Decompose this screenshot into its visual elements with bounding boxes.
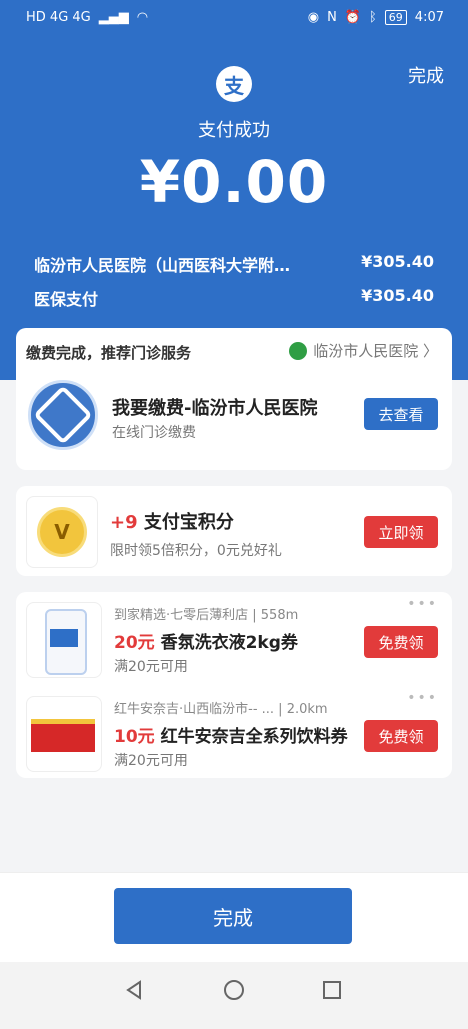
more-options-icon[interactable]: ••• xyxy=(407,690,438,706)
coupon-store: 红牛安奈吉·山西临汾市-- ... | 2.0km xyxy=(114,702,328,717)
points-title: +9 支付宝积分 xyxy=(110,512,234,533)
claim-coupon-button[interactable]: 免费领 xyxy=(364,626,438,658)
recents-nav-icon[interactable] xyxy=(320,978,344,1002)
detail-row-insurance: 医保支付 ¥305.40 xyxy=(34,286,434,310)
detergent-image xyxy=(26,602,102,678)
detail-value: ¥305.40 xyxy=(361,286,434,305)
network-indicator: HD 4G 4G xyxy=(26,10,91,25)
eye-icon: ◉ xyxy=(307,10,320,25)
hospital-service-card: 缴费完成，推荐门诊服务 临汾市人民医院 〉 我要缴费-临汾市人民医院 在线门诊缴… xyxy=(16,328,452,470)
status-bar: HD 4G 4G ▂▄▆ ◠ ◉ N ⏰ ᛒ 69 4:07 xyxy=(0,0,468,40)
hospital-icon xyxy=(289,341,308,360)
detail-label: 医保支付 xyxy=(34,290,99,309)
home-nav-icon[interactable] xyxy=(222,978,246,1002)
back-nav-icon[interactable] xyxy=(122,978,146,1002)
claim-points-button[interactable]: 立即领 xyxy=(364,516,438,548)
alarm-icon: ⏰ xyxy=(344,10,361,25)
coupon-item: 到家精选·七零后薄利店 | 558m 20元 香氛洗衣液2kg券 满20元可用 … xyxy=(16,592,452,682)
coupons-card: 到家精选·七零后薄利店 | 558m 20元 香氛洗衣液2kg券 满20元可用 … xyxy=(16,592,452,778)
points-coin-icon: V xyxy=(26,496,98,568)
coupon-condition: 满20元可用 xyxy=(114,753,188,769)
service-subtitle: 在线门诊缴费 xyxy=(112,425,196,441)
hospital-logo-icon xyxy=(28,380,98,450)
done-link[interactable]: 完成 xyxy=(408,62,444,88)
bluetooth-icon: ᛒ xyxy=(368,10,377,25)
points-card: V +9 支付宝积分 限时领5倍积分，0元兑好礼 立即领 xyxy=(16,486,452,576)
coupon-offer: 20元 香氛洗衣液2kg券 xyxy=(114,633,298,653)
drink-pack-image xyxy=(26,696,102,772)
wifi-icon: ◠ xyxy=(136,10,149,25)
more-options-icon[interactable]: ••• xyxy=(407,596,438,612)
coupon-item: 红牛安奈吉·山西临汾市-- ... | 2.0km 10元 红牛安奈吉全系列饮料… xyxy=(16,686,452,776)
done-button[interactable]: 完成 xyxy=(114,888,352,944)
detail-row-hospital: 临汾市人民医院（山西医科大学附… ¥305.40 xyxy=(34,252,434,276)
payment-status-title: 支付成功 xyxy=(198,120,270,141)
clock: 4:07 xyxy=(414,10,444,25)
hospital-link[interactable]: 临汾市人民医院 〉 xyxy=(289,340,438,361)
card-header: 缴费完成，推荐门诊服务 xyxy=(26,344,192,362)
hospital-link-label: 临汾市人民医院 〉 xyxy=(313,342,438,360)
view-button[interactable]: 去查看 xyxy=(364,398,438,430)
coupon-store: 到家精选·七零后薄利店 | 558m xyxy=(114,608,299,623)
detail-label: 临汾市人民医院（山西医科大学附… xyxy=(34,256,291,275)
detail-value: ¥305.40 xyxy=(361,252,434,271)
service-title: 我要缴费-临汾市人民医院 xyxy=(112,398,318,419)
signal-icon: ▂▄▆ xyxy=(98,10,129,25)
points-subtitle: 限时领5倍积分，0元兑好礼 xyxy=(110,543,282,559)
coupon-condition: 满20元可用 xyxy=(114,659,188,675)
claim-coupon-button[interactable]: 免费领 xyxy=(364,720,438,752)
battery-icon: 69 xyxy=(384,10,407,25)
system-navigation-bar xyxy=(0,962,468,1029)
coupon-offer: 10元 红牛安奈吉全系列饮料券 xyxy=(114,727,348,747)
nfc-icon: N xyxy=(327,10,337,25)
alipay-logo-icon: 支 xyxy=(216,66,252,102)
payment-amount: ¥0.00 xyxy=(139,148,329,216)
